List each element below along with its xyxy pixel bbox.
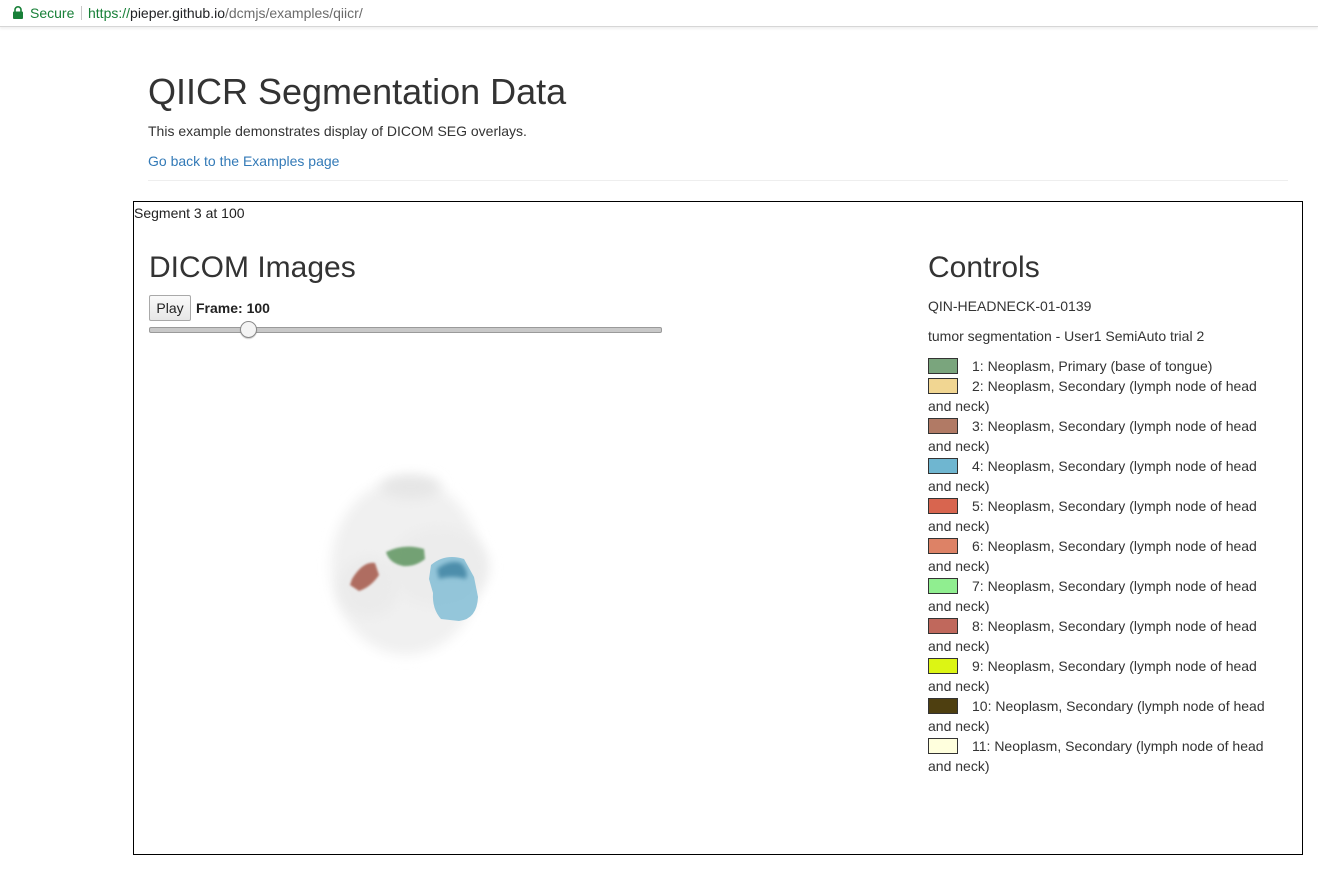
segment-item[interactable]: 3: Neoplasm, Secondary (lymph node of he… (928, 416, 1278, 456)
segment-label: 5: Neoplasm, Secondary (lymph node of he… (928, 498, 1257, 534)
segment-item[interactable]: 7: Neoplasm, Secondary (lymph node of he… (928, 576, 1278, 616)
address-separator (81, 6, 82, 20)
segment-color-swatch[interactable] (928, 418, 958, 434)
segment-label: 4: Neoplasm, Secondary (lymph node of he… (928, 458, 1257, 494)
page-title: QIICR Segmentation Data (148, 71, 567, 112)
segment-color-swatch[interactable] (928, 498, 958, 514)
segment-color-swatch[interactable] (928, 738, 958, 754)
segment-item[interactable]: 2: Neoplasm, Secondary (lymph node of he… (928, 376, 1278, 416)
frame-label: Frame: 100 (196, 300, 270, 316)
segment-color-swatch[interactable] (928, 698, 958, 714)
segment-color-swatch[interactable] (928, 538, 958, 554)
segment-item[interactable]: 8: Neoplasm, Secondary (lymph node of he… (928, 616, 1278, 656)
back-to-examples-link[interactable]: Go back to the Examples page (148, 152, 339, 170)
segment-color-swatch[interactable] (928, 458, 958, 474)
url-text[interactable]: https://pieper.github.io/dcmjs/examples/… (88, 0, 363, 26)
segment-color-swatch[interactable] (928, 378, 958, 394)
segment-item[interactable]: 4: Neoplasm, Secondary (lymph node of he… (928, 456, 1278, 496)
url-path: /dcmjs/examples/qiicr/ (225, 5, 363, 21)
segment-list: 1: Neoplasm, Primary (base of tongue) 2:… (928, 356, 1278, 776)
header-divider (148, 180, 1288, 181)
segment-label: 1: Neoplasm, Primary (base of tongue) (972, 358, 1213, 374)
controls-title: Controls (928, 251, 1040, 284)
patient-id: QIN-HEADNECK-01-0139 (928, 298, 1092, 314)
segment-color-swatch[interactable] (928, 578, 958, 594)
series-description: tumor segmentation - User1 SemiAuto tria… (928, 328, 1205, 344)
segment-label: 10: Neoplasm, Secondary (lymph node of h… (928, 698, 1265, 734)
segment-label: 8: Neoplasm, Secondary (lymph node of he… (928, 618, 1257, 654)
secure-label: Secure (30, 5, 75, 21)
segment-label: 11: Neoplasm, Secondary (lymph node of h… (928, 738, 1264, 774)
browser-address-bar[interactable]: Secure https://pieper.github.io/dcmjs/ex… (0, 0, 1318, 27)
play-button[interactable]: Play (149, 295, 191, 321)
segment-label: 3: Neoplasm, Secondary (lymph node of he… (928, 418, 1257, 454)
status-text: Segment 3 at 100 (134, 205, 245, 221)
segment-item[interactable]: 9: Neoplasm, Secondary (lymph node of he… (928, 656, 1278, 696)
lock-icon (13, 6, 23, 19)
url-host: pieper.github.io (130, 5, 225, 21)
segment-item[interactable]: 10: Neoplasm, Secondary (lymph node of h… (928, 696, 1278, 736)
frame-slider-thumb[interactable] (240, 321, 257, 338)
segment-item[interactable]: 6: Neoplasm, Secondary (lymph node of he… (928, 536, 1278, 576)
frame-slider-track[interactable] (149, 327, 662, 333)
segment-label: 6: Neoplasm, Secondary (lymph node of he… (928, 538, 1257, 574)
url-scheme: https:// (88, 5, 131, 21)
segment-color-swatch[interactable] (928, 358, 958, 374)
page-description: This example demonstrates display of DIC… (148, 123, 527, 139)
viewer-frame: Segment 3 at 100 DICOM Images Play Frame… (133, 201, 1303, 855)
dicom-viewport[interactable] (149, 347, 660, 837)
segment-item[interactable]: 1: Neoplasm, Primary (base of tongue) (928, 356, 1278, 376)
segment-color-swatch[interactable] (928, 618, 958, 634)
segment-label: 7: Neoplasm, Secondary (lymph node of he… (928, 578, 1257, 614)
segment-label: 9: Neoplasm, Secondary (lymph node of he… (928, 658, 1257, 694)
segment-label: 2: Neoplasm, Secondary (lymph node of he… (928, 378, 1257, 414)
dicom-images-title: DICOM Images (149, 251, 356, 284)
segment-item[interactable]: 11: Neoplasm, Secondary (lymph node of h… (928, 736, 1278, 776)
segment-item[interactable]: 5: Neoplasm, Secondary (lymph node of he… (928, 496, 1278, 536)
segment-color-swatch[interactable] (928, 658, 958, 674)
